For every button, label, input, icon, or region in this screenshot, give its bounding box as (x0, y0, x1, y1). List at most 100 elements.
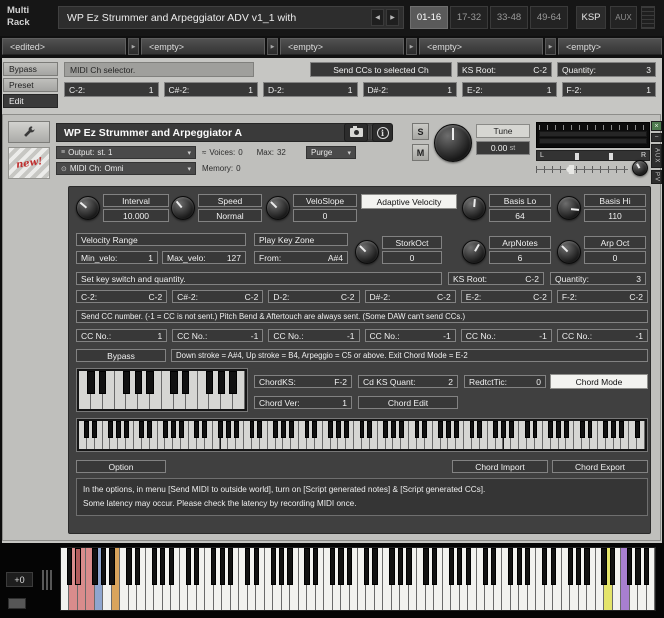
from-field[interactable]: From: A#4 (254, 251, 348, 264)
cc-field-5[interactable]: CC No.: -1 (460, 329, 552, 342)
black-key[interactable] (448, 548, 454, 586)
tune-knob[interactable] (434, 124, 472, 162)
black-key[interactable] (75, 548, 81, 586)
black-key[interactable] (601, 548, 607, 586)
ch-field-c2[interactable]: C-2: 1 (64, 82, 159, 97)
cc-field-4[interactable]: CC No.: -1 (364, 329, 456, 342)
black-key[interactable] (100, 548, 107, 586)
black-key[interactable] (160, 548, 166, 586)
ch-field-f2[interactable]: F-2: 1 (561, 82, 656, 97)
black-key[interactable] (584, 548, 590, 586)
cd-ks-quant-field[interactable]: Cd KS Quant: 2 (358, 375, 458, 388)
cc-field-1[interactable]: CC No.: 1 (76, 329, 168, 342)
panel-quantity-field[interactable]: Quantity: 3 (550, 272, 646, 285)
send-ccs-button[interactable]: Send CCs to selected Ch (310, 62, 452, 77)
ch-field-d2[interactable]: D-2: 1 (263, 82, 358, 97)
black-key[interactable] (185, 548, 191, 586)
cc-field-2[interactable]: CC No.: -1 (172, 329, 264, 342)
black-key[interactable] (397, 548, 404, 586)
black-key[interactable] (92, 548, 98, 586)
panel-bypass-button[interactable]: Bypass (76, 349, 166, 362)
interval-value[interactable]: 10.000 (103, 209, 169, 222)
cc-field-6[interactable]: CC No.: -1 (556, 329, 649, 342)
black-key[interactable] (609, 548, 616, 586)
arpoct-value[interactable]: 0 (584, 251, 646, 264)
minimize-icon[interactable]: − (651, 133, 662, 142)
instrument-midi-ch-selector[interactable]: ⊙ MIDI Ch: Omni ▾ (56, 162, 196, 175)
black-key[interactable] (635, 548, 641, 586)
slider-handle[interactable] (566, 165, 574, 174)
basis-lo-knob[interactable] (462, 196, 486, 220)
slot-tab-empty-1[interactable]: <empty> (141, 38, 265, 55)
black-key[interactable] (134, 548, 140, 586)
slot-tab-empty-3[interactable]: <empty> (419, 38, 543, 55)
black-key[interactable] (329, 548, 336, 586)
ch-field-ds2[interactable]: D#-2: 1 (362, 82, 457, 97)
black-key[interactable] (270, 548, 276, 586)
black-key[interactable] (465, 548, 471, 586)
wrench-button[interactable] (8, 121, 50, 143)
pan-handle-left[interactable] (575, 153, 579, 160)
black-key[interactable] (491, 548, 497, 586)
ch-field-cs2[interactable]: C#-2: 1 (163, 82, 258, 97)
basis-lo-value[interactable]: 64 (489, 209, 551, 222)
instrument-icon[interactable]: new! (8, 147, 50, 179)
black-key[interactable] (542, 548, 548, 586)
tune-value[interactable]: 0.00 st (476, 141, 530, 155)
max-velo-field[interactable]: Max_velo: 127 (162, 251, 246, 264)
ksp-button[interactable]: KSP (576, 6, 606, 29)
black-key[interactable] (508, 548, 514, 586)
range-keyboard-display[interactable] (76, 418, 648, 452)
black-key[interactable] (516, 548, 522, 586)
aux-tab-button[interactable]: AUX (610, 6, 637, 29)
black-key[interactable] (372, 548, 378, 586)
speed-value[interactable]: Normal (198, 209, 262, 222)
black-key[interactable] (194, 548, 200, 586)
keyboard-option-button[interactable] (8, 598, 26, 609)
black-key[interactable] (287, 548, 293, 586)
black-key[interactable] (109, 548, 115, 586)
black-key[interactable] (363, 548, 370, 586)
ks-field-e2[interactable]: E-2: C-2 (460, 290, 552, 303)
ks-field-c2[interactable]: C-2: C-2 (76, 290, 168, 303)
panel-ks-root-field[interactable]: KS Root: C-2 (448, 272, 544, 285)
multi-prev-button[interactable]: ◀ (371, 9, 384, 26)
mute-button[interactable]: M (412, 144, 429, 161)
black-key[interactable] (406, 548, 412, 586)
black-key[interactable] (550, 548, 556, 586)
chord-import-button[interactable]: Chord Import (452, 460, 548, 473)
black-key[interactable] (66, 548, 73, 586)
aux-pan-knob[interactable] (632, 160, 648, 176)
pan-handle-right[interactable] (609, 153, 613, 160)
black-key[interactable] (346, 548, 353, 586)
adaptive-velocity-button[interactable]: Adaptive Velocity (361, 194, 457, 209)
snapshot-button[interactable] (344, 123, 368, 142)
ks-field-ds2[interactable]: D#-2: C-2 (364, 290, 456, 303)
arpoct-knob[interactable] (557, 240, 581, 264)
black-key[interactable] (338, 548, 344, 586)
pan-strip[interactable]: L R (536, 150, 650, 161)
page-tab-49-64[interactable]: 49-64 (530, 6, 568, 29)
black-key[interactable] (482, 548, 488, 586)
black-key[interactable] (431, 548, 437, 586)
black-key[interactable] (457, 548, 463, 586)
basis-hi-knob[interactable] (557, 196, 581, 220)
black-key[interactable] (219, 548, 225, 586)
slot-arrow-icon[interactable]: ▶ (128, 38, 139, 55)
arpnotes-knob[interactable] (462, 240, 486, 264)
aux-sidebar-button[interactable]: AUX (651, 144, 662, 168)
black-key[interactable] (228, 548, 234, 586)
page-tab-17-32[interactable]: 17-32 (450, 6, 488, 29)
piano-keyboard[interactable] (60, 547, 656, 611)
interval-knob[interactable] (76, 196, 100, 220)
black-key[interactable] (389, 548, 395, 586)
info-button[interactable]: i (372, 123, 393, 142)
ks-field-f2[interactable]: F-2: C-2 (556, 290, 649, 303)
close-icon[interactable]: × (651, 121, 662, 131)
edit-button[interactable]: Edit (3, 94, 58, 108)
slot-arrow-icon[interactable]: ▶ (545, 38, 556, 55)
pv-button[interactable]: PV (651, 170, 662, 184)
output-selector[interactable]: ≡ Output: st. 1 ▾ (56, 146, 196, 159)
storkoct-knob[interactable] (355, 240, 379, 264)
instrument-title-bar[interactable]: WP Ez Strummer and Arpeggiator A ◀ ▶ (56, 123, 388, 142)
